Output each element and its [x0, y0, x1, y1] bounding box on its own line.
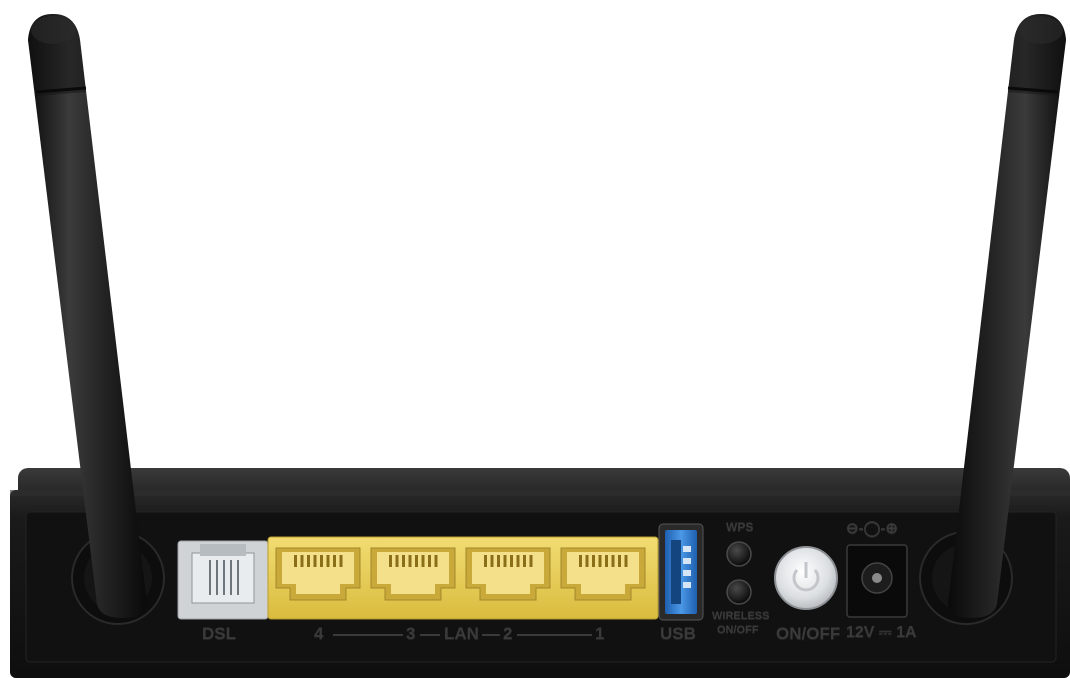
wireless-label-line1: WIRELESS	[712, 610, 770, 622]
lan-1-label: 1	[595, 624, 605, 643]
dsl-label: DSL	[202, 624, 236, 643]
lan-3-label: 3	[406, 624, 416, 643]
lan-label: LAN	[444, 624, 479, 643]
router-photo	[10, 14, 1070, 678]
wireless-label-line2: ON/OFF	[717, 624, 759, 636]
power-button[interactable]	[774, 546, 838, 610]
usb-label: USB	[660, 624, 696, 643]
dsl-port[interactable]	[177, 540, 269, 620]
wps-label: WPS	[726, 520, 754, 534]
wireless-toggle-button[interactable]	[726, 579, 752, 605]
power-label: ON/OFF	[776, 624, 841, 643]
lan-2-label: 2	[503, 624, 513, 643]
lan-4-label: 4	[314, 624, 324, 643]
dc-power-jack[interactable]	[846, 544, 908, 618]
wps-button[interactable]	[726, 541, 752, 567]
polarity-label: ⊖-◯-⊕	[846, 520, 898, 537]
usb-port[interactable]	[658, 523, 704, 621]
dc-rating-label: 12V ⎓ 1A	[846, 624, 917, 641]
